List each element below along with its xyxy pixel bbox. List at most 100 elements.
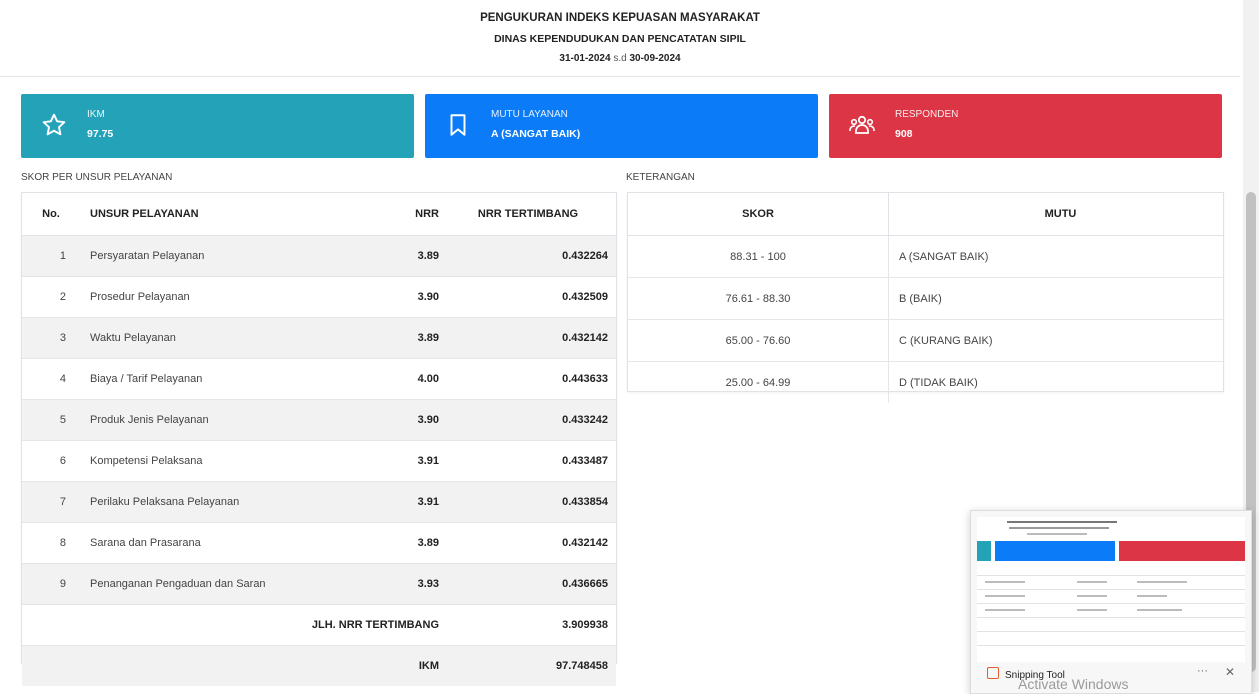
row-skor: 76.61 - 88.30 bbox=[628, 277, 889, 320]
row-no: 3 bbox=[22, 317, 80, 359]
thumbnail-card bbox=[1119, 541, 1245, 561]
total-label: JLH. NRR TERTIMBANG bbox=[22, 604, 447, 646]
date-to: 30-09-2024 bbox=[629, 53, 681, 64]
thumbnail-line bbox=[1007, 521, 1117, 523]
row-no: 4 bbox=[22, 358, 80, 400]
card-responden-label: RESPONDEN bbox=[895, 109, 959, 120]
total-row: JLH. NRR TERTIMBANG 3.909938 bbox=[22, 604, 616, 646]
col-mutu: MUTU bbox=[888, 193, 1223, 236]
row-nrr: 3.90 bbox=[348, 399, 447, 441]
table-row: 5 Produk Jenis Pelayanan 3.90 0.433242 bbox=[22, 399, 616, 441]
row-nrrt: 0.443633 bbox=[447, 358, 616, 400]
snipping-tool-icon bbox=[987, 667, 999, 679]
row-nrr: 3.89 bbox=[348, 522, 447, 564]
row-no: 8 bbox=[22, 522, 80, 564]
row-unsur: Kompetensi Pelaksana bbox=[80, 440, 348, 482]
thumbnail-line bbox=[1009, 527, 1109, 529]
thumbnail-row bbox=[977, 603, 1245, 604]
table-row: 76.61 - 88.30 B (BAIK) bbox=[628, 277, 1223, 320]
date-separator: s.d bbox=[613, 53, 627, 64]
row-no: 2 bbox=[22, 276, 80, 318]
skor-table-card: No. UNSUR PELAYANAN NRR NRR TERTIMBANG 1… bbox=[21, 192, 617, 686]
skor-table: No. UNSUR PELAYANAN NRR NRR TERTIMBANG 1… bbox=[22, 193, 616, 686]
row-nrr: 3.93 bbox=[348, 563, 447, 605]
page-title: PENGUKURAN INDEKS KEPUASAN MASYARAKAT bbox=[480, 12, 760, 24]
keterangan-table: SKOR MUTU 88.31 - 100 A (SANGAT BAIK) 76… bbox=[628, 193, 1223, 403]
keterangan-header-row: SKOR MUTU bbox=[628, 193, 1223, 236]
row-mutu: D (TIDAK BAIK) bbox=[899, 376, 978, 389]
row-unsur: Waktu Pelayanan bbox=[80, 317, 348, 359]
table-row: 7 Perilaku Pelaksana Pelayanan 3.91 0.43… bbox=[22, 481, 616, 523]
card-ikm-value: 97.75 bbox=[87, 128, 114, 140]
thumbnail-card bbox=[995, 541, 1115, 561]
row-nrr: 3.91 bbox=[348, 440, 447, 482]
thumbnail-row bbox=[977, 617, 1245, 618]
row-unsur: Persyaratan Pelayanan bbox=[80, 235, 348, 277]
table-row: 8 Sarana dan Prasarana 3.89 0.432142 bbox=[22, 522, 616, 564]
row-unsur: Sarana dan Prasarana bbox=[80, 522, 348, 564]
row-unsur: Prosedur Pelayanan bbox=[80, 276, 348, 318]
thumbnail-text bbox=[1077, 581, 1107, 583]
card-responden: RESPONDEN 908 bbox=[829, 94, 1222, 158]
thumbnail-text bbox=[1077, 595, 1107, 597]
row-no: 7 bbox=[22, 481, 80, 523]
thumbnail-row bbox=[977, 631, 1245, 632]
thumbnail-text bbox=[985, 581, 1025, 583]
card-mutu-label: MUTU LAYANAN bbox=[491, 109, 568, 120]
date-from: 31-01-2024 bbox=[559, 53, 611, 64]
ikm-value: 97.748458 bbox=[447, 645, 616, 686]
ikm-label: IKM bbox=[22, 645, 447, 686]
more-options-button[interactable]: ··· bbox=[1197, 665, 1208, 677]
row-nrrt: 0.432509 bbox=[447, 276, 616, 318]
thumbnail-row bbox=[977, 575, 1245, 576]
row-unsur: Biaya / Tarif Pelayanan bbox=[80, 358, 348, 400]
page-subtitle: DINAS KEPENDUDUKAN DAN PENCATATAN SIPIL bbox=[494, 33, 746, 45]
row-nrrt: 0.432142 bbox=[447, 317, 616, 359]
col-unsur: UNSUR PELAYANAN bbox=[80, 193, 348, 236]
row-mutu: B (BAIK) bbox=[888, 277, 1223, 320]
col-no: No. bbox=[22, 193, 80, 236]
row-no: 9 bbox=[22, 563, 80, 605]
thumbnail-card bbox=[977, 541, 991, 561]
row-nrrt: 0.433854 bbox=[447, 481, 616, 523]
table-row: 4 Biaya / Tarif Pelayanan 4.00 0.443633 bbox=[22, 358, 616, 400]
date-range: 31-01-2024 s.d 30-09-2024 bbox=[0, 53, 1240, 64]
card-mutu-value: A (SANGAT BAIK) bbox=[491, 128, 581, 140]
thumbnail-text bbox=[1137, 595, 1167, 597]
table-row: 6 Kompetensi Pelaksana 3.91 0.433487 bbox=[22, 440, 616, 482]
row-no: 6 bbox=[22, 440, 80, 482]
row-mutu: A (SANGAT BAIK) bbox=[888, 235, 1223, 278]
table-row: 65.00 - 76.60 C (KURANG BAIK) bbox=[628, 319, 1223, 362]
row-nrr: 4.00 bbox=[348, 358, 447, 400]
star-icon bbox=[42, 113, 66, 136]
thumbnail-text bbox=[1137, 609, 1182, 611]
row-unsur: Perilaku Pelaksana Pelayanan bbox=[80, 481, 348, 523]
card-ikm: IKM 97.75 bbox=[21, 94, 414, 158]
thumbnail-text bbox=[985, 609, 1025, 611]
thumbnail-row bbox=[977, 589, 1245, 590]
table-row: 9 Penanganan Pengaduan dan Saran 3.93 0.… bbox=[22, 563, 616, 605]
close-notification-button[interactable]: ✕ bbox=[1225, 665, 1235, 679]
row-skor: 88.31 - 100 bbox=[628, 235, 889, 278]
snipping-tool-notification[interactable]: Snipping Tool ··· ✕ bbox=[970, 510, 1252, 694]
row-nrrt: 0.433487 bbox=[447, 440, 616, 482]
screenshot-thumbnail[interactable] bbox=[977, 517, 1245, 662]
row-unsur: Produk Jenis Pelayanan bbox=[80, 399, 348, 441]
row-nrr: 3.91 bbox=[348, 481, 447, 523]
row-nrrt: 0.432264 bbox=[447, 235, 616, 277]
thumbnail-text bbox=[1077, 609, 1107, 611]
table-row: 2 Prosedur Pelayanan 3.90 0.432509 bbox=[22, 276, 616, 318]
thumbnail-row bbox=[977, 645, 1245, 646]
row-no: 5 bbox=[22, 399, 80, 441]
row-skor: 25.00 - 64.99 bbox=[628, 361, 889, 403]
row-skor: 65.00 - 76.60 bbox=[628, 319, 889, 362]
row-mutu: C (KURANG BAIK) bbox=[888, 319, 1223, 362]
keterangan-section-title: KETERANGAN bbox=[626, 172, 695, 183]
thumbnail-line bbox=[1027, 533, 1087, 535]
users-icon bbox=[849, 115, 875, 134]
row-nrr: 3.89 bbox=[348, 235, 447, 277]
col-nrr: NRR bbox=[348, 193, 447, 236]
row-no: 1 bbox=[22, 235, 80, 277]
row-nrrt: 0.433242 bbox=[447, 399, 616, 441]
table-row: 1 Persyaratan Pelayanan 3.89 0.432264 bbox=[22, 235, 616, 277]
